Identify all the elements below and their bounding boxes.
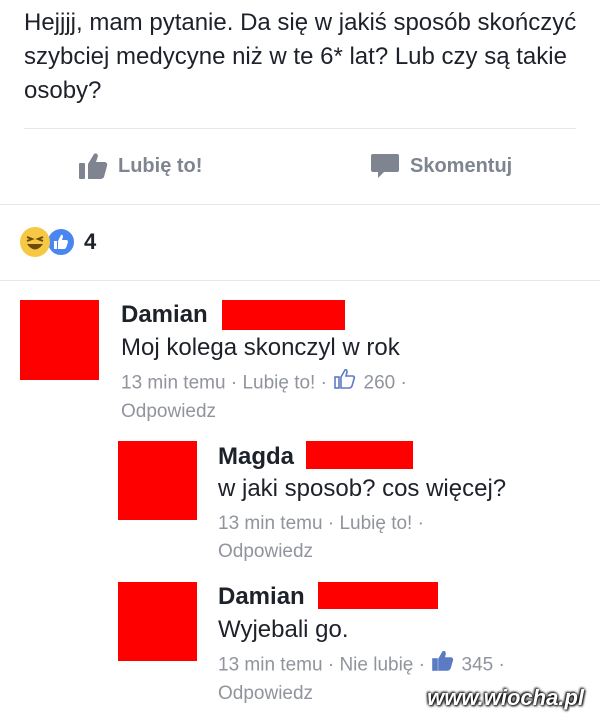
avatar[interactable] xyxy=(118,441,197,520)
like-reaction-icon xyxy=(46,227,76,257)
thumbs-up-icon xyxy=(78,152,108,180)
reactions-summary[interactable]: 4 xyxy=(20,225,96,259)
comment-time[interactable]: 13 min temu xyxy=(218,655,323,676)
thumbs-up-outline-icon xyxy=(432,650,454,680)
comment-time[interactable]: 13 min temu xyxy=(218,513,323,534)
divider xyxy=(0,280,600,281)
reply-link[interactable]: Odpowiedz xyxy=(218,683,313,704)
reaction-count: 4 xyxy=(84,229,97,254)
meta-separator: · xyxy=(400,372,407,394)
comment-text: Moj kolega skonczyl w rok xyxy=(121,334,400,361)
comment-author[interactable]: Magda xyxy=(218,443,294,471)
meta-separator: · xyxy=(230,372,238,394)
comment-author[interactable]: Damian xyxy=(121,301,208,329)
meta-separator: · xyxy=(327,513,335,534)
meta-separator: · xyxy=(418,654,425,676)
avatar[interactable] xyxy=(20,300,99,380)
divider xyxy=(24,128,576,129)
post-text: Hejjjj, mam pytanie. Da się w jakiś spos… xyxy=(24,9,577,104)
redacted-surname xyxy=(222,300,345,330)
comment-text: w jaki sposob? cos więcej? xyxy=(218,475,507,502)
like-button[interactable]: Lubię to! xyxy=(78,146,202,186)
haha-emoji-icon xyxy=(20,227,50,257)
thumbs-up-outline-icon xyxy=(334,368,356,398)
avatar[interactable] xyxy=(118,582,197,661)
meta-separator: · xyxy=(320,372,327,394)
comment-text: Wyjebali go. xyxy=(218,616,349,643)
comment-like-count[interactable]: 260 xyxy=(364,373,396,394)
reply-link[interactable]: Odpowiedz xyxy=(121,401,216,422)
comment-like-link[interactable]: Nie lubię xyxy=(339,655,413,676)
like-button-label: Lubię to! xyxy=(118,154,203,177)
comment-time[interactable]: 13 min temu xyxy=(121,373,226,394)
divider xyxy=(0,204,600,205)
comment-meta: 13 min temu · Lubię to! · 260 · Odpowied… xyxy=(121,368,481,426)
meta-separator: · xyxy=(417,513,424,534)
meta-separator: · xyxy=(498,654,505,676)
comment-author[interactable]: Damian xyxy=(218,583,305,611)
comment-button-label: Skomentuj xyxy=(410,154,513,177)
watermark: www.wiocha.pl xyxy=(427,685,584,710)
comment-like-link[interactable]: Lubię to! xyxy=(242,373,315,394)
comment-meta: 13 min temu · Lubię to! · Odpowiedz xyxy=(218,510,538,566)
redacted-surname xyxy=(306,441,413,469)
meta-separator: · xyxy=(327,654,335,676)
speech-bubble-icon xyxy=(370,152,400,180)
reply-link[interactable]: Odpowiedz xyxy=(218,541,313,562)
comment-like-link[interactable]: Lubię to! xyxy=(339,513,412,534)
comment-like-count[interactable]: 345 xyxy=(462,655,494,676)
comment-button[interactable]: Skomentuj xyxy=(370,146,512,186)
redacted-surname xyxy=(318,582,438,609)
